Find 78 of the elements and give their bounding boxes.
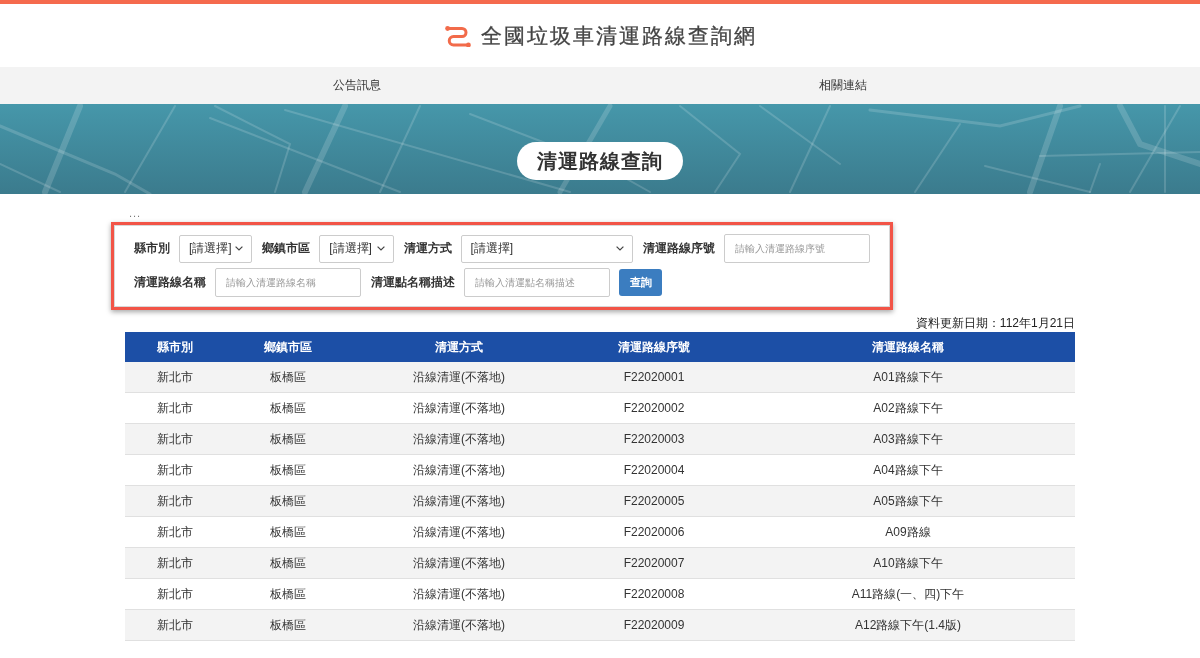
- table-cell-text: A03路線下午: [872, 430, 944, 448]
- filter-label: 清運路線序號: [643, 240, 715, 257]
- search-button[interactable]: 查詢: [619, 269, 662, 296]
- table-cell-text: F22020001: [622, 369, 686, 386]
- table-cell-text: 沿線清運(不落地): [412, 461, 506, 479]
- column-header: 清運方式: [434, 338, 484, 356]
- page-heading: 清運路線查詢: [517, 142, 683, 180]
- table-cell-text: 沿線清運(不落地): [412, 368, 506, 386]
- column-header: 鄉鎮市區: [263, 338, 313, 356]
- table-cell-text: F22020006: [622, 524, 686, 541]
- table-cell-text: 板橋區: [269, 368, 307, 386]
- table-cell-text: A12路線下午(1.4版): [854, 616, 962, 634]
- nav-link[interactable]: 公告訊息: [333, 77, 381, 94]
- table-row[interactable]: 新北市 板橋區 沿線清運(不落地) F22020009 A12路線下午(1.4版): [125, 610, 1075, 641]
- table-cell-text: F22020008: [622, 586, 686, 603]
- table-cell-text: 板橋區: [269, 554, 307, 572]
- table-cell-text: 新北市: [156, 616, 194, 634]
- table-row[interactable]: 新北市 板橋區 沿線清運(不落地) F22020001 A01路線下午: [125, 362, 1075, 393]
- text-field[interactable]: 請輸入清運路線名稱: [215, 268, 361, 297]
- table-cell-text: A10路線下午: [872, 554, 944, 572]
- column-header: 縣市別: [156, 338, 194, 356]
- chevron-down-icon: [616, 246, 624, 251]
- table-cell-text: 新北市: [156, 399, 194, 417]
- table-cell-text: 板橋區: [269, 616, 307, 634]
- nav-link[interactable]: 相關連結: [819, 77, 867, 94]
- table-cell-text: 板橋區: [269, 461, 307, 479]
- table-cell-text: A01路線下午: [872, 368, 944, 386]
- chevron-down-icon: [235, 246, 244, 251]
- filter-label: 清運點名稱描述: [371, 274, 455, 291]
- table-cell-text: F22020004: [622, 462, 686, 479]
- table-row[interactable]: 新北市 板橋區 沿線清運(不落地) F22020003 A03路線下午: [125, 424, 1075, 455]
- table-cell-text: 新北市: [156, 554, 194, 572]
- table-cell-text: 板橋區: [269, 430, 307, 448]
- column-header: 清運路線序號: [617, 338, 691, 356]
- table-cell-text: 新北市: [156, 585, 194, 603]
- table-cell-text: 板橋區: [269, 492, 307, 510]
- dropdown[interactable]: [請選擇]: [460, 234, 633, 263]
- table-cell-text: F22020002: [622, 400, 686, 417]
- table-cell-text: 沿線清運(不落地): [412, 585, 506, 603]
- table-cell-text: F22020005: [622, 493, 686, 510]
- filter-label: 鄉鎮市區: [262, 240, 311, 257]
- text-field[interactable]: 請輸入清運點名稱描述: [464, 268, 610, 297]
- table-cell-text: 新北市: [156, 492, 194, 510]
- table-cell-text: 沿線清運(不落地): [412, 399, 506, 417]
- table-cell-text: 沿線清運(不落地): [412, 554, 506, 572]
- dropdown[interactable]: [請選擇]: [319, 234, 394, 263]
- filter-label: 清運路線名稱: [134, 274, 206, 291]
- table-cell-text: 沿線清運(不落地): [412, 523, 506, 541]
- table-cell-text: A04路線下午: [872, 461, 944, 479]
- dropdown[interactable]: [請選擇]: [179, 234, 253, 263]
- table-cell-text: 板橋區: [269, 523, 307, 541]
- table-cell-text: 新北市: [156, 523, 194, 541]
- table-cell-text: F22020007: [622, 555, 686, 572]
- table-cell-text: 新北市: [156, 430, 194, 448]
- table-cell-text: 板橋區: [269, 399, 307, 417]
- site-title: 全國垃圾車清運路線查詢網: [481, 22, 757, 49]
- breadcrumb-ellipsis: ...: [129, 206, 143, 221]
- text-field[interactable]: 請輸入清運路線序號: [724, 234, 870, 263]
- route-logo-icon: [445, 24, 471, 47]
- table-cell-text: 沿線清運(不落地): [412, 430, 506, 448]
- chevron-down-icon: [376, 246, 385, 251]
- update-date-text: 資料更新日期：112年1月21日: [915, 316, 1075, 331]
- filter-label: 縣市別: [134, 240, 170, 257]
- table-cell-text: F22020009: [622, 617, 686, 634]
- table-cell-text: 新北市: [156, 461, 194, 479]
- table-row[interactable]: 新北市 板橋區 沿線清運(不落地) F22020007 A10路線下午: [125, 548, 1075, 579]
- table-cell-text: A11路線(一、四)下午: [850, 585, 966, 603]
- filter-label: 清運方式: [403, 240, 452, 257]
- table-cell-text: 沿線清運(不落地): [412, 616, 506, 634]
- table-cell-text: A05路線下午: [872, 492, 944, 510]
- table-cell-text: F22020003: [622, 431, 686, 448]
- table-cell-text: 板橋區: [269, 585, 307, 603]
- table-row[interactable]: 新北市 板橋區 沿線清運(不落地) F22020005 A05路線下午: [125, 486, 1075, 517]
- table-cell-text: A02路線下午: [872, 399, 944, 417]
- column-header: 清運路線名稱: [871, 338, 945, 356]
- table-cell-text: 新北市: [156, 368, 194, 386]
- table-cell-text: 沿線清運(不落地): [412, 492, 506, 510]
- table-cell-text: A09路線: [884, 523, 932, 541]
